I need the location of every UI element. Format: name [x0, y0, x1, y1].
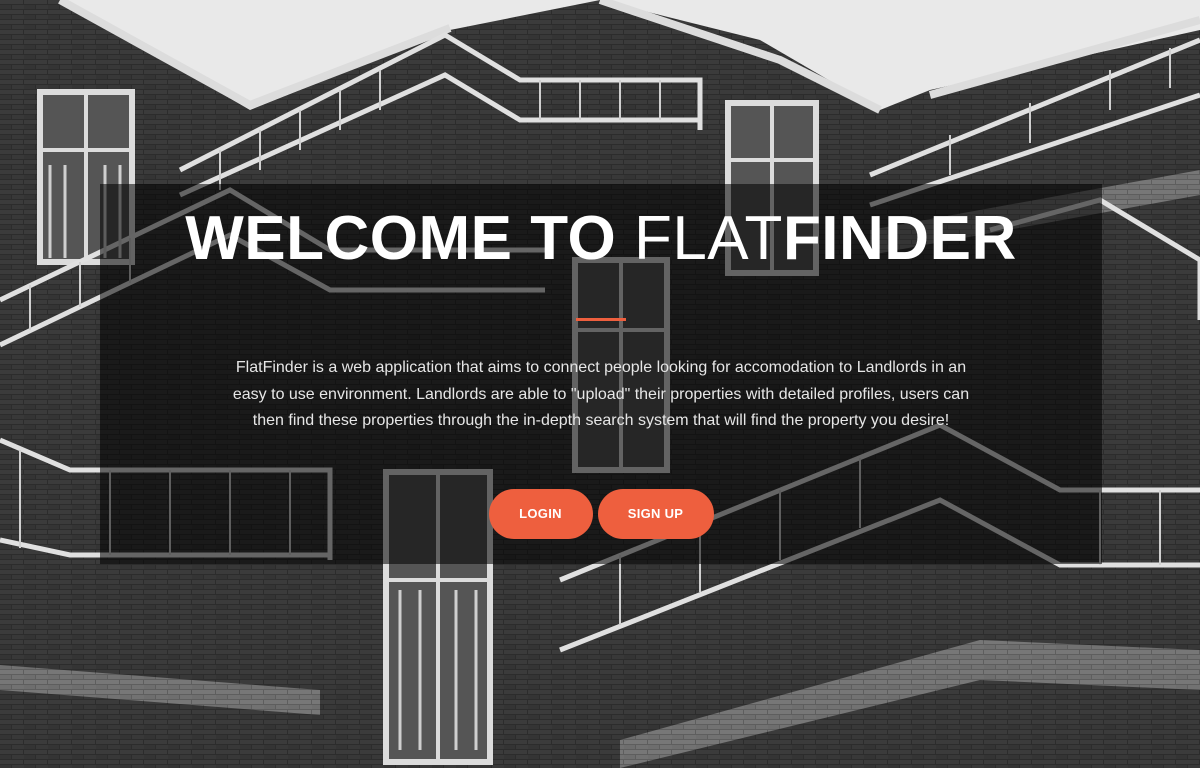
hero-description: FlatFinder is a web application that aim… — [232, 359, 970, 429]
title-brand-light: FLAT — [633, 204, 783, 273]
signup-button[interactable]: SIGN UP — [597, 488, 714, 539]
hero-buttons: LOGIN SIGN UP — [100, 488, 1102, 539]
title-prefix: WELCOME TO — [185, 204, 634, 273]
accent-divider — [576, 318, 626, 321]
page-title: WELCOME TO FLATFINDER — [100, 184, 1102, 274]
login-button[interactable]: LOGIN — [488, 488, 593, 539]
hero-section: WELCOME TO FLATFINDER FlatFinder is a we… — [0, 0, 1200, 768]
title-brand-bold: FINDER — [782, 204, 1017, 273]
hero-content: WELCOME TO FLATFINDER FlatFinder is a we… — [100, 184, 1102, 564]
